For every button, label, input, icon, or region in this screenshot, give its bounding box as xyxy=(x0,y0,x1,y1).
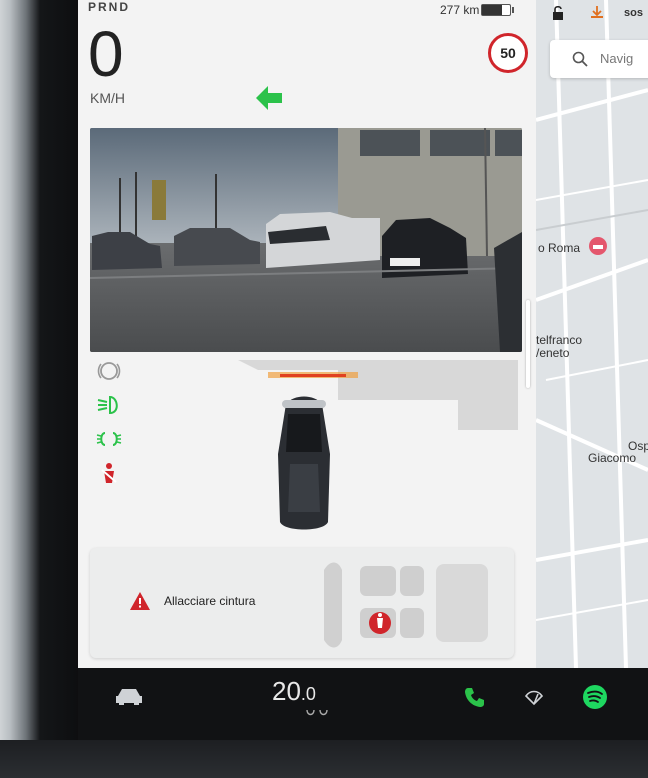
search-placeholder: Navig xyxy=(600,51,634,66)
map-label-veneto: /eneto xyxy=(536,346,570,360)
gear-selector: PRND xyxy=(88,0,131,14)
seatbelt-warning-icon xyxy=(101,463,117,483)
display-bezel xyxy=(0,0,80,778)
navigation-search-input[interactable]: Navig xyxy=(550,40,648,78)
sos-button[interactable]: sos xyxy=(624,7,643,19)
parking-lights-icon xyxy=(96,432,122,446)
warning-triangle-icon xyxy=(130,592,150,610)
hotel-poi-icon[interactable] xyxy=(588,236,608,256)
download-icon xyxy=(591,6,603,18)
parking-environment xyxy=(238,360,518,430)
temperature-decimal: .0 xyxy=(300,684,316,704)
speed-limit-sign: 50 xyxy=(488,33,528,73)
lock-icon xyxy=(553,6,563,20)
speed-value: 0 xyxy=(88,18,124,90)
spotify-icon[interactable] xyxy=(582,684,608,710)
map-label-roma: o Roma xyxy=(538,241,581,255)
low-beam-icon xyxy=(97,395,118,415)
alert-message: Allacciare cintura xyxy=(164,594,256,608)
range-readout: 277 km xyxy=(440,3,480,17)
rear-camera-view[interactable] xyxy=(90,128,522,352)
bottom-dock: 20.0 xyxy=(78,668,648,740)
bezel-bottom xyxy=(0,740,648,778)
seat-occupancy-diagram xyxy=(324,562,488,648)
temperature-whole: 20 xyxy=(272,676,301,706)
touchscreen: PRND 277 km 0 KM/H 50 Allacciare cintura… xyxy=(78,0,648,740)
seat-heater-icon xyxy=(306,709,328,716)
camera-feed xyxy=(90,128,522,352)
seatbelt-alert-card[interactable]: Allacciare cintura xyxy=(90,548,514,658)
turn-signal-left-icon xyxy=(256,86,282,110)
cabin-temperature[interactable]: 20.0 xyxy=(272,676,316,707)
speed-unit: KM/H xyxy=(90,90,125,106)
phone-icon[interactable] xyxy=(464,686,486,708)
auto-hold-icon xyxy=(97,362,121,380)
search-icon xyxy=(572,51,588,67)
car-controls-icon[interactable] xyxy=(114,686,144,706)
wiper-icon[interactable] xyxy=(524,688,544,706)
vehicle-top-view-icon xyxy=(278,396,330,530)
driving-panel: PRND 277 km 0 KM/H 50 Allacciare cintura xyxy=(78,0,536,668)
panel-scroll-handle[interactable] xyxy=(526,300,530,388)
status-bar-right: sos xyxy=(536,0,648,26)
battery-icon xyxy=(481,4,514,16)
navigation-map[interactable]: sos Navig o Roma telfranco /eneto Osp Gi… xyxy=(536,0,648,668)
map-label-giacomo: Giacomo xyxy=(588,451,637,465)
